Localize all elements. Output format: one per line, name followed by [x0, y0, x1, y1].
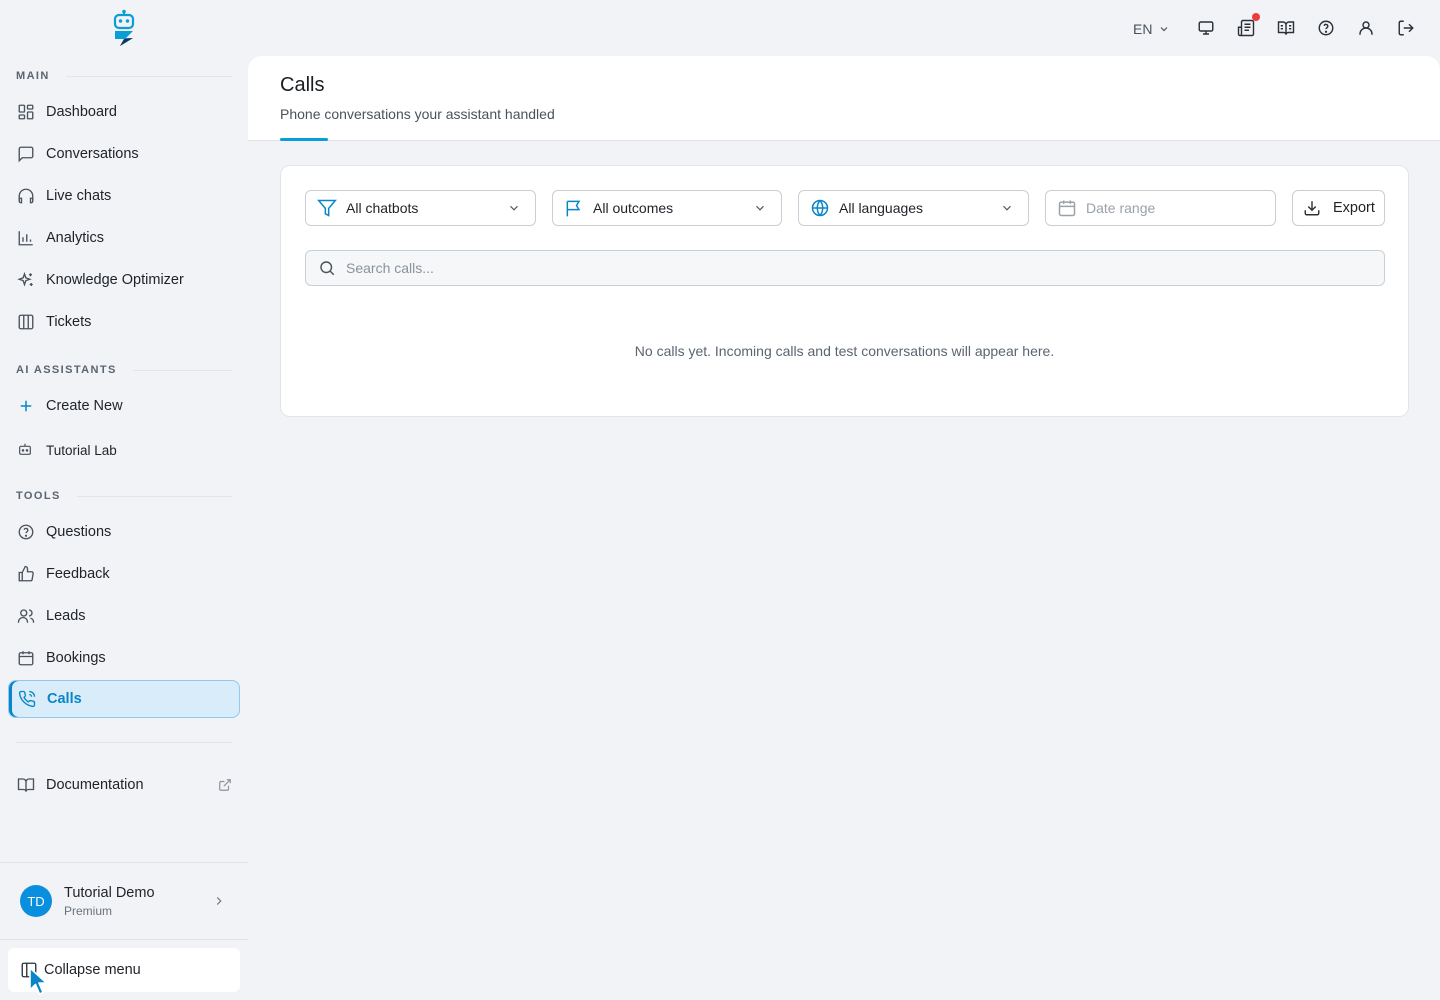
sidebar-item-label: Conversations [46, 146, 139, 162]
logout-icon[interactable] [1397, 19, 1415, 37]
date-range-placeholder: Date range [1086, 200, 1156, 216]
export-button[interactable]: Export [1292, 190, 1385, 226]
sidebar-item-tickets[interactable]: Tickets [8, 303, 240, 341]
chatbot-filter-select[interactable]: All chatbots [305, 190, 536, 226]
sidebar: MAIN Dashboard Conversations Live chats … [0, 0, 248, 1000]
page-subtitle: Phone conversations your assistant handl… [280, 106, 555, 122]
chevron-down-icon [507, 201, 521, 215]
chevron-down-icon [753, 201, 767, 215]
calendar-icon [17, 649, 35, 667]
phone-call-icon [18, 690, 36, 708]
sidebar-item-label: Knowledge Optimizer [46, 272, 184, 288]
search-bar [305, 250, 1385, 286]
sidebar-item-label: Create New [46, 398, 123, 414]
external-link-icon [218, 778, 232, 792]
language-filter-value: All languages [839, 200, 924, 216]
main-panel: Calls Phone conversations your assistant… [248, 56, 1440, 1000]
news-icon[interactable] [1237, 19, 1255, 37]
globe-icon [810, 198, 830, 218]
sidebar-item-label: Leads [46, 608, 86, 624]
empty-state-message: No calls yet. Incoming calls and test co… [634, 343, 1055, 359]
language-selector[interactable]: EN [1133, 20, 1170, 38]
sidebar-item-label: Tutorial Lab [46, 442, 117, 458]
sidebar-item-label: Dashboard [46, 104, 117, 120]
avatar: TD [20, 885, 52, 917]
sidebar-item-label: Documentation [46, 777, 144, 793]
sidebar-item-create-new[interactable]: Create New [8, 387, 240, 425]
robot-logo-icon[interactable] [110, 9, 138, 47]
sidebar-divider [16, 742, 232, 743]
users-icon [17, 607, 35, 625]
sidebar-item-label: Calls [47, 691, 82, 707]
dashboard-icon [17, 103, 35, 121]
page-title: Calls [280, 74, 325, 96]
search-icon [318, 259, 336, 277]
columns-icon [17, 313, 35, 331]
user-icon[interactable] [1357, 19, 1375, 37]
title-underline [280, 138, 328, 141]
chatbot-filter-value: All chatbots [346, 200, 419, 216]
thumbs-up-icon [17, 565, 35, 583]
sidebar-item-label: Feedback [46, 566, 110, 582]
export-label: Export [1333, 200, 1375, 216]
sidebar-item-dashboard[interactable]: Dashboard [8, 93, 240, 131]
sidebar-item-live-chats[interactable]: Live chats [8, 177, 240, 215]
user-plan: Premium [64, 903, 113, 918]
monitor-icon[interactable] [1197, 19, 1215, 37]
collapse-menu-label: Collapse menu [44, 962, 141, 978]
sidebar-item-feedback[interactable]: Feedback [8, 555, 240, 593]
sidebar-item-analytics[interactable]: Analytics [8, 219, 240, 257]
help-icon[interactable] [1317, 19, 1335, 37]
notification-dot [1252, 13, 1260, 21]
sidebar-item-knowledge-optimizer[interactable]: Knowledge Optimizer [8, 261, 240, 299]
sidebar-item-bookings[interactable]: Bookings [8, 639, 240, 677]
user-info: Tutorial Demo Premium [64, 885, 155, 918]
page-header: Calls Phone conversations your assistant… [248, 56, 1440, 141]
chevron-down-icon [1161, 27, 1168, 32]
date-range-picker[interactable]: Date range [1045, 190, 1276, 226]
sidebar-footer-divider-2 [0, 939, 248, 940]
sidebar-footer-divider [0, 862, 248, 863]
section-label-main: MAIN [16, 70, 232, 82]
flag-icon [564, 198, 584, 218]
sidebar-item-conversations[interactable]: Conversations [8, 135, 240, 173]
language-filter-select[interactable]: All languages [798, 190, 1029, 226]
chevron-right-icon [212, 894, 226, 908]
headphones-icon [17, 187, 35, 205]
sidebar-item-calls[interactable]: Calls [8, 680, 240, 718]
section-label-ai-assistants: AI ASSISTANTS [16, 364, 232, 376]
filter-icon [317, 198, 337, 218]
book-open-icon [17, 776, 35, 794]
calls-card: All chatbots All outcomes All languages [280, 165, 1409, 417]
bar-chart-icon [17, 229, 35, 247]
sidebar-item-documentation[interactable]: Documentation [8, 766, 240, 804]
sidebar-item-label: Live chats [46, 188, 112, 204]
user-name: Tutorial Demo [64, 884, 155, 901]
sidebar-item-label: Analytics [46, 230, 105, 246]
section-label-tools: TOOLS [16, 490, 232, 502]
user-profile-card[interactable]: TD Tutorial Demo Premium [8, 874, 240, 928]
plus-icon [17, 397, 35, 415]
message-square-icon [17, 145, 35, 163]
sidebar-item-leads[interactable]: Leads [8, 597, 240, 635]
chevron-down-icon [1000, 201, 1014, 215]
bot-icon [17, 441, 35, 459]
language-label: EN [1133, 21, 1153, 37]
calendar-icon [1057, 198, 1077, 218]
sidebar-item-label: Questions [46, 524, 112, 540]
download-icon [1303, 199, 1321, 217]
sidebar-item-questions[interactable]: Questions [8, 513, 240, 551]
mouse-cursor-icon [28, 966, 50, 996]
outcome-filter-select[interactable]: All outcomes [552, 190, 782, 226]
book-open-icon[interactable] [1277, 19, 1295, 37]
help-circle-icon [17, 523, 35, 541]
sparkles-icon [17, 271, 35, 289]
sidebar-item-label: Bookings [46, 650, 106, 666]
sidebar-item-label: Tickets [46, 314, 92, 330]
outcome-filter-value: All outcomes [593, 200, 674, 216]
search-input[interactable] [346, 260, 1346, 276]
sidebar-item-tutorial-lab[interactable]: Tutorial Lab [8, 431, 240, 469]
